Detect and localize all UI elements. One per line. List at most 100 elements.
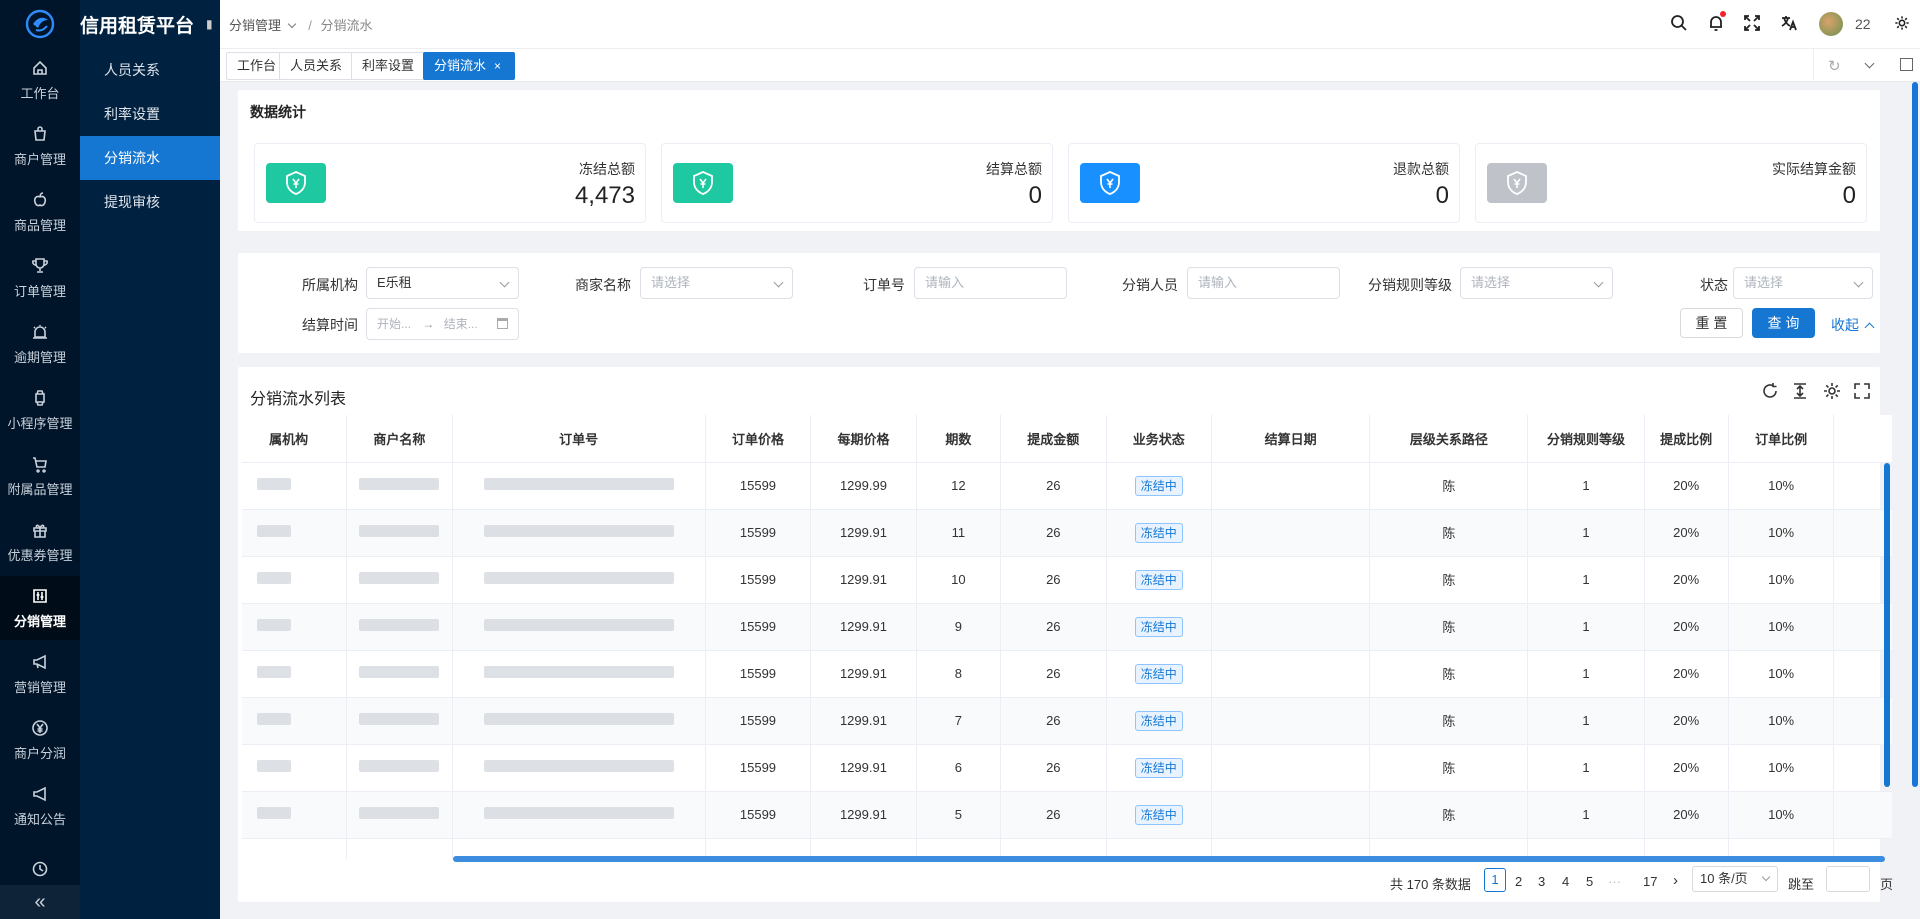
query-button[interactable]: 查 询: [1752, 308, 1815, 338]
column-header-0[interactable]: 属机构: [242, 415, 348, 463]
nav-item-3[interactable]: 订单管理: [0, 246, 80, 310]
table-row[interactable]: 155991299.91626冻结中陈120%10%2025-08-14 23:…: [242, 744, 1892, 792]
page-button-4[interactable]: 4: [1562, 874, 1569, 889]
stat-card-2: 退款总额 0: [1068, 143, 1460, 223]
tabs-dropdown-icon[interactable]: [1864, 58, 1875, 69]
avatar[interactable]: [1819, 12, 1843, 36]
column-settings-icon[interactable]: [1822, 381, 1842, 401]
table-row[interactable]: 155991299.911026冻结中陈120%10%2025-08-14 23…: [242, 556, 1892, 604]
next-page-button[interactable]: ›: [1673, 872, 1678, 889]
settings-icon[interactable]: [1894, 15, 1910, 34]
column-header-12[interactable]: 订单比例: [1728, 415, 1835, 463]
range-end-placeholder[interactable]: 结束...: [444, 317, 478, 331]
submenu-item-0[interactable]: 人员关系: [80, 48, 220, 92]
nav-item-1[interactable]: 商户管理: [0, 114, 80, 178]
page-vertical-scrollbar[interactable]: [1912, 82, 1918, 787]
order-no-input[interactable]: 请输入: [914, 267, 1067, 299]
column-header-8[interactable]: 结算日期: [1211, 415, 1371, 463]
person-input[interactable]: 请输入: [1187, 267, 1340, 299]
page-button-3[interactable]: 3: [1538, 874, 1545, 889]
chevron-down-icon: [1761, 872, 1771, 882]
page-button-2[interactable]: 2: [1515, 874, 1522, 889]
nav-item-9[interactable]: 营销管理: [0, 642, 80, 706]
org-select[interactable]: E乐租: [366, 267, 519, 299]
nav-item-0[interactable]: 工作台: [0, 48, 80, 112]
table-row[interactable]: 155991299.91726冻结中陈120%10%2025-08-14 23:…: [242, 697, 1892, 745]
fullscreen-icon[interactable]: [1743, 14, 1761, 35]
submenu-item-1[interactable]: 利率设置: [80, 92, 220, 136]
cell-price: 15599: [705, 603, 812, 651]
cell-periods: 9: [916, 603, 1002, 651]
nav-item-11[interactable]: 通知公告: [0, 774, 80, 838]
refresh-icon[interactable]: [1760, 381, 1780, 401]
translate-icon[interactable]: [1780, 14, 1798, 35]
close-tab-icon[interactable]: ×: [494, 59, 501, 73]
settle-time-range[interactable]: 开始... → 结束...: [366, 308, 519, 340]
page-button-17[interactable]: 17: [1643, 874, 1657, 889]
tab-3[interactable]: 分销流水 ×: [423, 52, 515, 80]
cell-period-price: 1299.91: [810, 697, 917, 745]
column-header-7[interactable]: 业务状态: [1106, 415, 1213, 463]
bell-icon[interactable]: [1707, 11, 1726, 35]
status-badge: 冻结中: [1134, 475, 1183, 496]
page-ellipsis[interactable]: ···: [1608, 874, 1621, 889]
breadcrumb-parent[interactable]: 分销管理: [229, 18, 281, 33]
column-header-5[interactable]: 期数: [916, 415, 1002, 463]
nav-item-5[interactable]: 小程序管理: [0, 378, 80, 442]
column-header-3[interactable]: 订单价格: [705, 415, 812, 463]
jump-input[interactable]: [1826, 866, 1870, 892]
table-row[interactable]: 155991299.991226冻结中陈120%10%2025-08-14 23…: [242, 462, 1892, 510]
table-fullscreen-icon[interactable]: [1852, 381, 1872, 401]
maximize-icon[interactable]: [1900, 58, 1913, 71]
range-start-placeholder[interactable]: 开始...: [377, 317, 411, 331]
distribution-table: 属机构 商户名称 订单号 订单价格 每期价格 期数 提成金额 业务状态 结算日期 层级关系路径 分销…: [242, 415, 1892, 859]
column-height-icon[interactable]: [1790, 381, 1810, 401]
cell-price: 15599: [705, 509, 812, 557]
stat-label: 实际结算金额: [1772, 161, 1856, 177]
calendar-icon: [497, 318, 508, 329]
reset-button[interactable]: 重 置: [1680, 308, 1743, 338]
column-header-13[interactable]: 预计打款日: [1833, 415, 1892, 463]
page-button-1[interactable]: 1: [1484, 868, 1506, 892]
nav-item-10[interactable]: 商户分润: [0, 708, 80, 772]
nav-item-2[interactable]: 商品管理: [0, 180, 80, 244]
tab-1[interactable]: 人员关系: [279, 52, 355, 80]
search-icon[interactable]: [1670, 14, 1688, 35]
table-vertical-scrollbar[interactable]: [1884, 463, 1890, 787]
refresh-tab-icon[interactable]: ↻: [1828, 57, 1841, 75]
status-select[interactable]: 请选择: [1733, 267, 1873, 299]
nav-item-4[interactable]: 逾期管理: [0, 312, 80, 376]
collapse-sidebar-button[interactable]: «: [0, 885, 80, 919]
tab-0[interactable]: 工作台: [226, 52, 284, 80]
user-name[interactable]: 22: [1855, 16, 1871, 32]
table-horizontal-scrollbar[interactable]: [453, 856, 1885, 862]
nav-item-label: 小程序管理: [7, 415, 73, 431]
nav-item-7[interactable]: 优惠券管理: [0, 510, 80, 574]
column-header-1[interactable]: 商户名称: [346, 415, 453, 463]
column-header-2[interactable]: 订单号: [452, 415, 706, 463]
submenu-item-3[interactable]: 提现审核: [80, 180, 220, 224]
rule-level-select[interactable]: 请选择: [1460, 267, 1613, 299]
column-header-4[interactable]: 每期价格: [810, 415, 917, 463]
tab-2[interactable]: 利率设置: [351, 52, 427, 80]
column-header-9[interactable]: 层级关系路径: [1369, 415, 1529, 463]
merchant-select[interactable]: 请选择: [640, 267, 793, 299]
column-header-11[interactable]: 提成比例: [1644, 415, 1729, 463]
column-header-10[interactable]: 分销规则等级: [1527, 415, 1645, 463]
nav-item-8[interactable]: 分销管理: [0, 576, 80, 640]
table-row[interactable]: 155991299.91926冻结中陈120%10%2025-08-14 23:…: [242, 603, 1892, 651]
column-header-6[interactable]: 提成金额: [1000, 415, 1107, 463]
collapse-filter-link[interactable]: 收起: [1831, 315, 1875, 335]
pin-icon[interactable]: ▮: [206, 17, 213, 31]
table-row[interactable]: 155991299.91826冻结中陈120%10%2025-08-14 23:…: [242, 650, 1892, 698]
submenu-item-2[interactable]: 分销流水: [80, 136, 220, 180]
page-size-select[interactable]: 10 条/页: [1692, 866, 1778, 892]
table-row[interactable]: 155991299.91526 冻结中 陈120%10%2025-08-14 23:…: [242, 791, 1892, 839]
nav-item-6[interactable]: 附属品管理: [0, 444, 80, 508]
page-button-5[interactable]: 5: [1586, 874, 1593, 889]
cell-rate: 20%: [1644, 509, 1729, 557]
nav-item-label: 商户管理: [13, 151, 66, 167]
table-row[interactable]: 155991299.911126冻结中陈120%10%2025-08-14 23…: [242, 509, 1892, 557]
stat-card-1: 结算总额 0: [661, 143, 1053, 223]
cell-order-rate: 10%: [1728, 744, 1835, 792]
